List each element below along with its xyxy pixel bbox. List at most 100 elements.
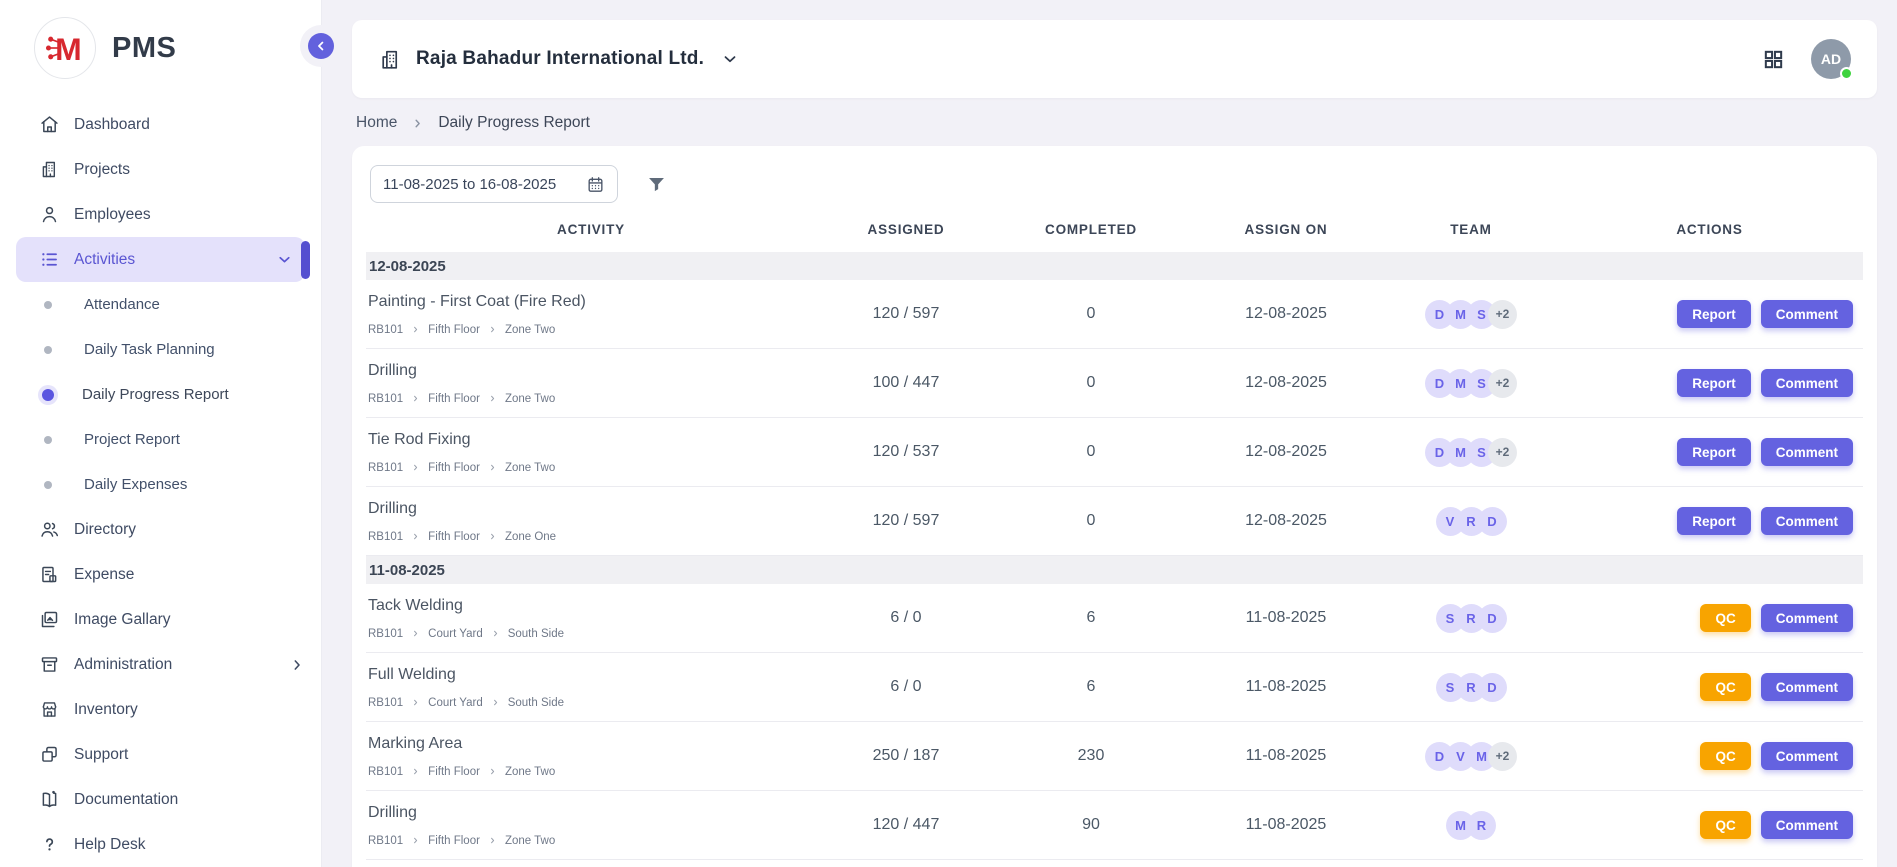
activity-location-path: RB101Fifth FloorZone Two bbox=[368, 462, 816, 474]
sidebar-item-activities[interactable]: Activities bbox=[16, 237, 305, 282]
date-range-input[interactable]: 11-08-2025 to 16-08-2025 bbox=[370, 165, 618, 203]
path-segment: Fifth Floor bbox=[428, 393, 480, 405]
path-segment: Zone Two bbox=[505, 462, 555, 474]
assigned-value: 6 / 0 bbox=[816, 678, 996, 696]
column-header-completed: COMPLETED bbox=[996, 222, 1186, 237]
users-icon bbox=[38, 519, 60, 541]
team-member-avatar[interactable]: D bbox=[1478, 604, 1507, 633]
qc-button[interactable]: QC bbox=[1700, 604, 1750, 632]
path-chevron-icon bbox=[488, 394, 497, 403]
completed-value: 0 bbox=[996, 512, 1186, 530]
path-segment: Zone Two bbox=[505, 766, 555, 778]
comment-button[interactable]: Comment bbox=[1761, 742, 1853, 770]
qc-button[interactable]: QC bbox=[1700, 742, 1750, 770]
company-selector[interactable]: Raja Bahadur International Ltd. bbox=[378, 47, 739, 72]
path-segment: South Side bbox=[508, 628, 564, 640]
activity-title: Tie Rod Fixing bbox=[368, 431, 816, 449]
sidebar-subitem-attendance[interactable]: Attendance bbox=[0, 282, 321, 327]
chevron-down-icon bbox=[276, 251, 293, 268]
path-segment: Court Yard bbox=[428, 628, 483, 640]
sidebar-collapse-button[interactable] bbox=[308, 33, 334, 59]
chevron-down-icon bbox=[721, 50, 739, 68]
team-more-badge[interactable]: +2 bbox=[1488, 369, 1517, 398]
topbar-right: AD bbox=[1762, 39, 1851, 79]
column-header-assigned: ASSIGNED bbox=[816, 222, 996, 237]
comment-button[interactable]: Comment bbox=[1761, 604, 1853, 632]
sidebar-item-label: Dashboard bbox=[74, 116, 150, 134]
sidebar-item-label: Support bbox=[74, 746, 128, 764]
sidebar-item-expense[interactable]: Expense bbox=[0, 552, 321, 597]
sidebar-item-administration[interactable]: Administration bbox=[0, 642, 321, 687]
sidebar-item-projects[interactable]: Projects bbox=[0, 147, 321, 192]
report-button[interactable]: Report bbox=[1677, 438, 1751, 466]
path-segment: Fifth Floor bbox=[428, 462, 480, 474]
sidebar-subitem-label: Attendance bbox=[84, 296, 160, 313]
team-avatars: VRD bbox=[1436, 507, 1507, 536]
assign-on-date: 11-08-2025 bbox=[1186, 816, 1386, 834]
bullet-dot-icon bbox=[44, 481, 52, 489]
archive-icon bbox=[38, 654, 60, 676]
filter-funnel-icon[interactable] bbox=[646, 174, 667, 195]
report-button[interactable]: Report bbox=[1677, 369, 1751, 397]
team-more-badge[interactable]: +2 bbox=[1488, 438, 1517, 467]
completed-value: 6 bbox=[996, 609, 1186, 627]
sidebar-item-help-desk[interactable]: Help Desk bbox=[0, 822, 321, 867]
comment-button[interactable]: Comment bbox=[1761, 673, 1853, 701]
bullet-dot-icon bbox=[44, 436, 52, 444]
qc-button[interactable]: QC bbox=[1700, 811, 1750, 839]
sidebar-item-inventory[interactable]: Inventory bbox=[0, 687, 321, 732]
row-actions: QC Comment bbox=[1556, 742, 1863, 770]
sidebar-item-directory[interactable]: Directory bbox=[0, 507, 321, 552]
user-avatar[interactable]: AD bbox=[1811, 39, 1851, 79]
sidebar-item-support[interactable]: Support bbox=[0, 732, 321, 777]
sidebar-subitem-project-report[interactable]: Project Report bbox=[0, 417, 321, 462]
sidebar-item-image-gallary[interactable]: Image Gallary bbox=[0, 597, 321, 642]
completed-value: 0 bbox=[996, 443, 1186, 461]
path-chevron-icon bbox=[411, 767, 420, 776]
comment-button[interactable]: Comment bbox=[1761, 811, 1853, 839]
sidebar-subitem-label: Project Report bbox=[84, 431, 180, 448]
date-group-header: 12-08-2025 bbox=[366, 252, 1863, 280]
path-chevron-icon bbox=[411, 325, 420, 334]
path-chevron-icon bbox=[488, 767, 497, 776]
sidebar-item-dashboard[interactable]: Dashboard bbox=[0, 102, 321, 147]
sidebar-subitem-daily-task-planning[interactable]: Daily Task Planning bbox=[0, 327, 321, 372]
table-row: Drilling RB101Fifth FloorZone Two 100 / … bbox=[366, 349, 1863, 418]
comment-button[interactable]: Comment bbox=[1761, 438, 1853, 466]
comment-button[interactable]: Comment bbox=[1761, 369, 1853, 397]
sidebar-subitem-daily-progress-report[interactable]: Daily Progress Report bbox=[0, 372, 321, 417]
activity-title: Drilling bbox=[368, 362, 816, 380]
comment-button[interactable]: Comment bbox=[1761, 507, 1853, 535]
comment-button[interactable]: Comment bbox=[1761, 300, 1853, 328]
report-button[interactable]: Report bbox=[1677, 300, 1751, 328]
team-member-avatar[interactable]: R bbox=[1467, 811, 1496, 840]
sidebar-subitem-daily-expenses[interactable]: Daily Expenses bbox=[0, 462, 321, 507]
breadcrumb-item[interactable]: Home bbox=[356, 114, 397, 132]
path-chevron-icon bbox=[488, 836, 497, 845]
svg-text:M: M bbox=[55, 31, 82, 67]
completed-value: 6 bbox=[996, 678, 1186, 696]
report-button[interactable]: Report bbox=[1677, 507, 1751, 535]
team-member-avatar[interactable]: D bbox=[1478, 507, 1507, 536]
path-segment: Zone Two bbox=[505, 393, 555, 405]
apps-grid-icon[interactable] bbox=[1762, 48, 1785, 71]
app-name: PMS bbox=[112, 32, 176, 65]
path-chevron-icon bbox=[411, 463, 420, 472]
qc-button[interactable]: QC bbox=[1700, 673, 1750, 701]
activity-location-path: RB101Court YardSouth Side bbox=[368, 697, 816, 709]
sidebar-item-employees[interactable]: Employees bbox=[0, 192, 321, 237]
user-icon bbox=[38, 204, 60, 226]
team-more-badge[interactable]: +2 bbox=[1488, 300, 1517, 329]
activity-location-path: RB101Fifth FloorZone Two bbox=[368, 324, 816, 336]
activity-title: Drilling bbox=[368, 500, 816, 518]
path-chevron-icon bbox=[411, 629, 420, 638]
row-actions: Report Comment bbox=[1556, 300, 1863, 328]
store-icon bbox=[38, 699, 60, 721]
completed-value: 90 bbox=[996, 816, 1186, 834]
sidebar-item-documentation[interactable]: Documentation bbox=[0, 777, 321, 822]
activity-location-path: RB101Fifth FloorZone One bbox=[368, 531, 816, 543]
calendar-icon bbox=[586, 175, 605, 194]
assigned-value: 120 / 537 bbox=[816, 443, 996, 461]
team-member-avatar[interactable]: D bbox=[1478, 673, 1507, 702]
team-more-badge[interactable]: +2 bbox=[1488, 742, 1517, 771]
